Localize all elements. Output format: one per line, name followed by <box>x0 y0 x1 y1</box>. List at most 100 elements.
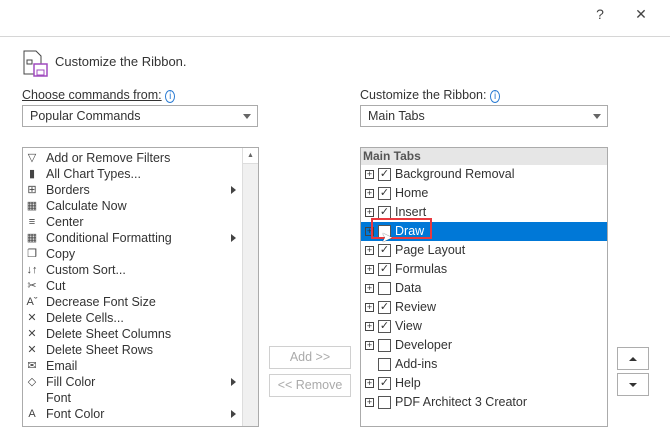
command-item[interactable]: ▽ Add or Remove Filters <box>23 150 243 166</box>
tab-checkbox[interactable]: ✓ <box>378 320 391 333</box>
tab-checkbox[interactable] <box>378 396 391 409</box>
command-item[interactable]: ≡ Center <box>23 214 243 230</box>
tab-checkbox[interactable]: ✓ <box>378 187 391 200</box>
command-item[interactable]: Font <box>23 390 243 406</box>
command-item[interactable]: ✕ Delete Sheet Columns <box>23 326 243 342</box>
ribbon-tab-item[interactable]: + ✓ Background Removal <box>361 165 607 184</box>
delete-cells-icon: ✕ <box>27 312 37 324</box>
submenu-arrow-icon <box>231 410 236 418</box>
page-title: Customize the Ribbon. <box>55 54 187 69</box>
help-button[interactable]: ? <box>585 6 615 22</box>
ribbon-tab-item[interactable]: + ✓ Formulas <box>361 260 607 279</box>
ribbon-tab-item[interactable]: + PDF Architect 3 Creator <box>361 393 607 412</box>
borders-icon: ⊞ <box>27 184 37 196</box>
customize-ribbon-label: Customize the Ribbon: i <box>360 88 501 103</box>
expand-icon[interactable]: + <box>365 303 374 312</box>
command-item[interactable]: ✕ Delete Sheet Rows <box>23 342 243 358</box>
customize-ribbon-text: Customize the Ribbon: <box>360 88 487 102</box>
command-item[interactable]: ▦ Calculate Now <box>23 198 243 214</box>
expand-icon[interactable]: + <box>365 284 374 293</box>
command-item[interactable]: ◇ Fill Color <box>23 374 243 390</box>
command-item[interactable]: ✂ Cut <box>23 278 243 294</box>
email-icon: ✉ <box>27 360 37 372</box>
ribbon-tabs-tree[interactable]: Main Tabs + ✓ Background Removal + ✓ Home + ✓ In… <box>360 147 608 427</box>
ribbon-tab-item[interactable]: + ✓ Help <box>361 374 607 393</box>
submenu-arrow-icon <box>231 378 236 386</box>
chevron-down-icon <box>593 114 601 119</box>
delete-rows-icon: ✕ <box>27 344 37 356</box>
command-label: Delete Sheet Rows <box>46 343 154 357</box>
expand-icon[interactable]: + <box>365 322 374 331</box>
add-button[interactable]: Add >> <box>269 346 351 369</box>
remove-button[interactable]: << Remove <box>269 374 351 397</box>
tab-checkbox[interactable]: ✓ <box>378 168 391 181</box>
tab-checkbox[interactable] <box>378 358 391 371</box>
font-color-icon: A <box>28 408 36 420</box>
choose-commands-label: Choose commands from: i <box>22 88 176 103</box>
ribbon-tab-item[interactable]: + Developer <box>361 336 607 355</box>
tab-label: View <box>395 319 422 333</box>
ribbon-tab-item[interactable]: + ✓ Page Layout <box>361 241 607 260</box>
move-up-button[interactable] <box>617 347 649 370</box>
move-down-button[interactable] <box>617 373 649 396</box>
divider <box>0 36 670 37</box>
tab-label: Developer <box>395 338 452 352</box>
expand-icon[interactable]: + <box>365 398 374 407</box>
expand-icon[interactable]: + <box>365 170 374 179</box>
submenu-arrow-icon <box>231 234 236 242</box>
command-label: Delete Sheet Columns <box>46 327 172 341</box>
mouse-cursor-icon: ➤ <box>381 229 393 245</box>
customize-ribbon-select[interactable]: Main Tabs <box>360 105 608 127</box>
center-align-icon: ≡ <box>28 216 36 228</box>
scroll-up-icon[interactable]: ▲ <box>243 148 258 164</box>
command-label: Calculate Now <box>46 199 127 213</box>
conditional-formatting-icon: ▦ <box>26 232 38 244</box>
tab-checkbox[interactable] <box>378 339 391 352</box>
command-label: Font <box>46 391 72 405</box>
ribbon-tab-item[interactable]: + Draw <box>361 222 607 241</box>
command-item[interactable]: ⊞ Borders <box>23 182 243 198</box>
tab-checkbox[interactable]: ✓ <box>378 206 391 219</box>
command-label: Delete Cells... <box>46 311 124 325</box>
command-label: Email <box>46 359 78 373</box>
tab-checkbox[interactable]: ✓ <box>378 377 391 390</box>
command-item[interactable]: ❐ Copy <box>23 246 243 262</box>
filter-icon: ▽ <box>27 152 37 164</box>
command-label: Conditional Formatting <box>46 231 172 245</box>
info-icon: i <box>489 90 501 103</box>
command-label: Custom Sort... <box>46 263 126 277</box>
ribbon-tab-item[interactable]: + Data <box>361 279 607 298</box>
ribbon-tab-item[interactable]: + ✓ Home <box>361 184 607 203</box>
tab-label: PDF Architect 3 Creator <box>395 395 527 409</box>
tab-label: Page Layout <box>395 243 466 257</box>
command-item[interactable]: ▮ All Chart Types... <box>23 166 243 182</box>
close-button[interactable]: ✕ <box>626 6 656 23</box>
command-item[interactable]: ✕ Delete Cells... <box>23 310 243 326</box>
ribbon-tab-item[interactable]: + ✓ Review <box>361 298 607 317</box>
expand-icon[interactable]: + <box>365 341 374 350</box>
expand-icon[interactable]: + <box>365 208 374 217</box>
ribbon-tab-item[interactable]: + ✓ Insert <box>361 203 607 222</box>
ribbon-tab-item[interactable]: Add-ins <box>361 355 607 374</box>
command-item[interactable]: ↓↑ Custom Sort... <box>23 262 243 278</box>
command-label: Borders <box>46 183 90 197</box>
tab-checkbox[interactable]: ✓ <box>378 263 391 276</box>
command-item[interactable]: Aˇ Decrease Font Size <box>23 294 243 310</box>
expand-icon[interactable]: + <box>365 246 374 255</box>
chart-icon: ▮ <box>28 168 36 180</box>
expand-icon[interactable]: + <box>365 265 374 274</box>
command-item[interactable]: ▦ Conditional Formatting <box>23 230 243 246</box>
tab-checkbox[interactable]: ✓ <box>378 301 391 314</box>
command-item[interactable]: ✉ Email <box>23 358 243 374</box>
command-label: Center <box>46 215 84 229</box>
expand-icon[interactable]: + <box>365 189 374 198</box>
ribbon-tab-item[interactable]: + ✓ View <box>361 317 607 336</box>
scrollbar[interactable]: ▲ <box>242 148 258 426</box>
commands-list[interactable]: ▲ ▽ Add or Remove Filters ▮ All Chart Types… <box>22 147 259 427</box>
commands-from-value: Popular Commands <box>30 109 141 123</box>
expand-icon[interactable]: + <box>365 379 374 388</box>
tab-checkbox[interactable] <box>378 282 391 295</box>
command-label: All Chart Types... <box>46 167 141 181</box>
expand-icon[interactable]: + <box>365 227 374 236</box>
commands-from-select[interactable]: Popular Commands <box>22 105 258 127</box>
